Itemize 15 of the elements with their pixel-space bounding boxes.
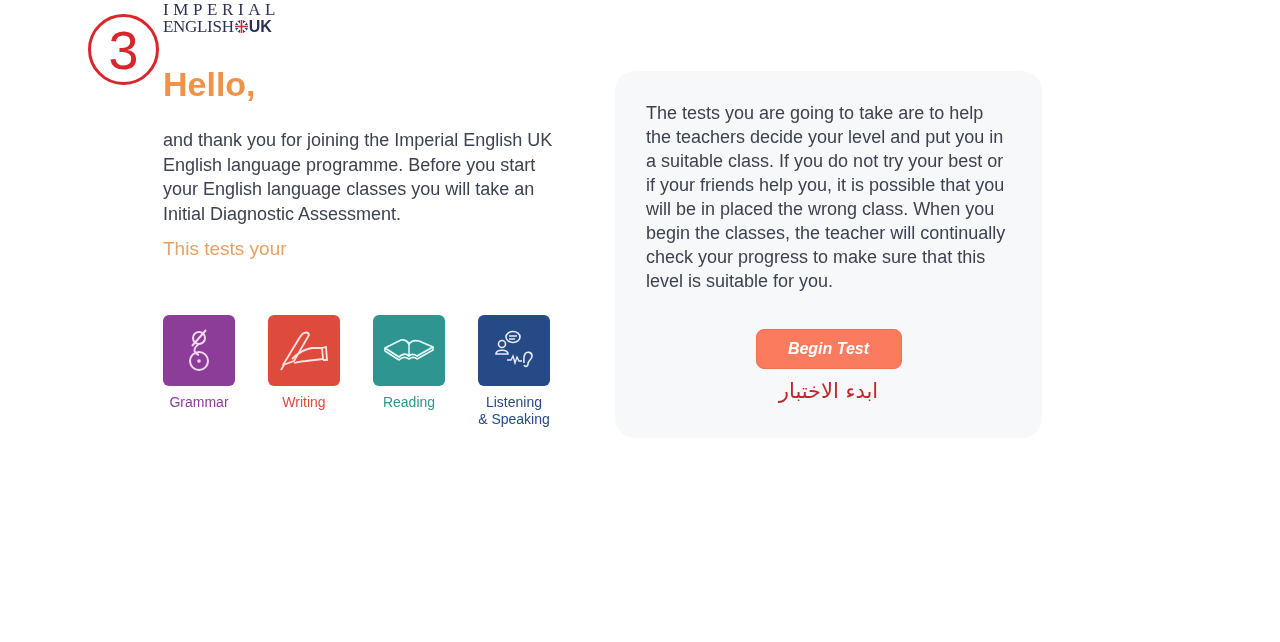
flag-icon bbox=[234, 20, 248, 33]
skill-label: Writing bbox=[282, 394, 326, 411]
skill-label: Listening & Speaking bbox=[478, 394, 550, 428]
logo-text: IMPERIAL bbox=[163, 2, 281, 18]
step-marker: 3 bbox=[88, 14, 159, 85]
begin-test-button[interactable]: Begin Test bbox=[755, 329, 902, 369]
logo-text: UK bbox=[248, 18, 272, 35]
info-paragraph: The tests you are going to take are to help the teachers decide your level and put you in a suitable class. If you do not try your best or if your friends help you, it is possible that you will be in placed the wrong class. When you begin the classes, the teacher will continually check your progress to make sure that this level is suitable for you. bbox=[646, 102, 1007, 293]
greeting-heading: Hello, bbox=[163, 64, 256, 104]
skill-label: Grammar bbox=[169, 394, 229, 411]
logo-text: ENGLISH bbox=[163, 18, 234, 35]
tests-heading: This tests your bbox=[163, 237, 287, 261]
intro-paragraph: and thank you for joining the Imperial English UK English language programme. Before you start your English language classes you will take an Initial Diagnostic Assessment. bbox=[163, 129, 554, 226]
skill-label: Reading bbox=[382, 394, 436, 411]
button-caption: ابدء الاختبار bbox=[778, 378, 879, 405]
